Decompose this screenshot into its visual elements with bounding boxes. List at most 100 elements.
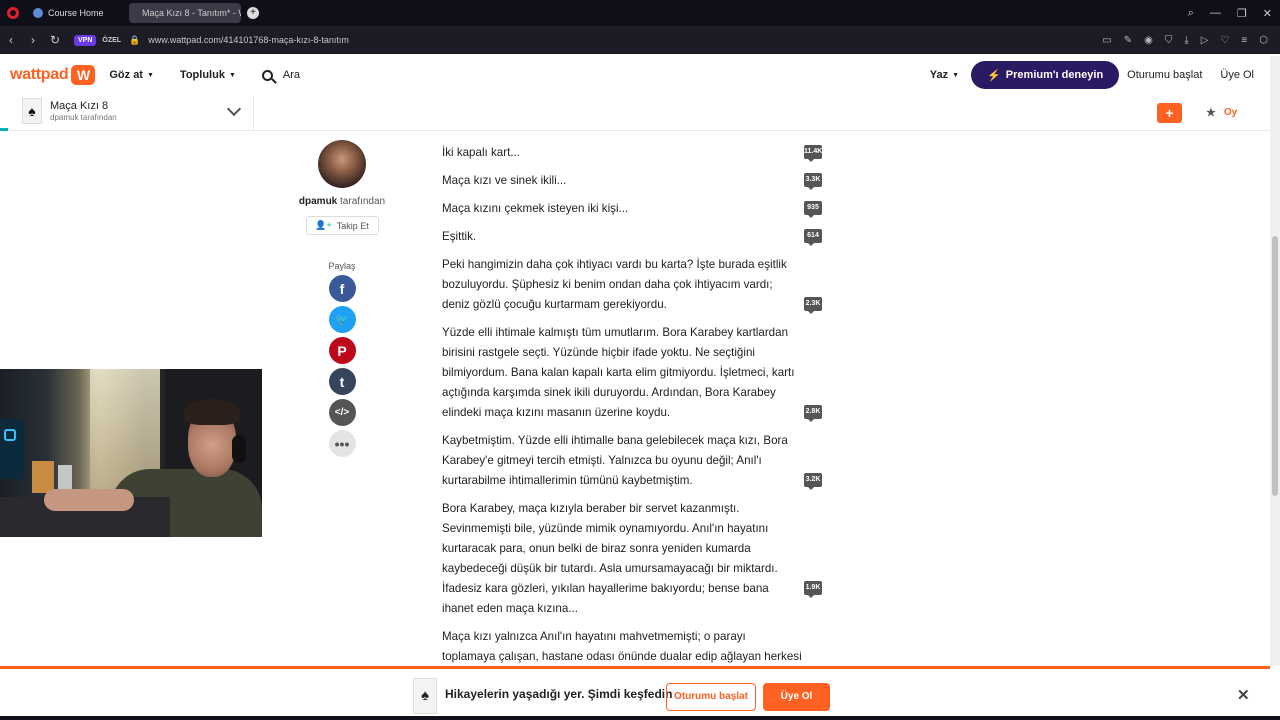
story-cover[interactable]: ♠ xyxy=(22,98,42,124)
chevron-down-icon[interactable] xyxy=(226,101,242,117)
paragraph: İki kapalı kart... 11.4K xyxy=(442,143,822,163)
course-favicon-icon xyxy=(33,8,43,18)
avatar[interactable] xyxy=(318,140,366,188)
write-menu[interactable]: Yaz ▼ xyxy=(930,69,959,81)
paragraph: Peki hangimizin daha çok ihtiyacı vardı … xyxy=(442,255,822,315)
search-tabs-icon[interactable]: ⌕ xyxy=(1188,7,1194,20)
address-bar-tools: ▭ ✎ ◉ ⛉ ⤓ ▷ ♡ ≡ ⬡ xyxy=(1102,26,1268,54)
comment-badge[interactable]: 2.8K xyxy=(804,405,822,422)
close-icon[interactable]: ✕ xyxy=(1237,686,1250,704)
page-scrollbar[interactable] xyxy=(1270,56,1280,666)
share-label: Paylaş xyxy=(328,261,356,271)
paragraph: Eşittik. 614 xyxy=(442,227,822,247)
browser-tab-bar: Course Home Maça Kızı 8 - Tanıtım* - W +… xyxy=(0,0,1280,26)
logo-text: wattpad xyxy=(10,66,69,83)
search-input[interactable]: Ara xyxy=(261,69,300,81)
star-icon: ★ xyxy=(1206,107,1216,119)
new-tab-button[interactable]: + xyxy=(247,7,259,19)
embed-icon[interactable]: </> xyxy=(328,399,356,426)
paragraph-text: Kaybetmiştim. Yüzde elli ihtimalle bana … xyxy=(442,434,788,487)
divider xyxy=(253,96,254,131)
webcam-person-arm xyxy=(44,489,134,511)
play-icon[interactable]: ▷ xyxy=(1201,35,1209,46)
more-icon[interactable]: ••• xyxy=(328,430,356,457)
author-suffix: tarafından xyxy=(340,196,386,207)
caret-down-icon: ▼ xyxy=(952,71,960,79)
webcam-desk-item xyxy=(58,465,72,491)
heart-icon[interactable]: ♡ xyxy=(1220,35,1229,46)
reload-icon[interactable]: ↻ xyxy=(44,33,66,47)
signup-link[interactable]: Üye Ol xyxy=(1220,69,1254,81)
community-label: Topluluk xyxy=(179,69,225,81)
pinterest-icon[interactable]: P xyxy=(328,337,356,364)
add-to-list-button[interactable]: + xyxy=(1157,103,1182,123)
comment-badge[interactable]: 1.9K xyxy=(804,581,822,598)
comment-badge[interactable]: 935 xyxy=(804,201,822,218)
follow-button[interactable]: 👤+ Takip Et xyxy=(305,216,379,235)
premium-button[interactable]: ⚡ Premium'ı deneyin xyxy=(971,61,1120,89)
webcam-led xyxy=(4,429,16,441)
reader-icon[interactable]: ▭ xyxy=(1102,35,1111,46)
back-icon[interactable]: ‹ xyxy=(0,33,22,47)
vote-button[interactable]: ★ Oy xyxy=(1206,106,1237,119)
private-label: ÖZEL xyxy=(102,36,122,44)
banner-signup-button[interactable]: Üye Ol xyxy=(763,683,830,711)
scrollbar-thumb[interactable] xyxy=(1272,236,1278,496)
facebook-icon[interactable]: f xyxy=(328,275,356,302)
download-icon[interactable]: ⤓ xyxy=(1184,35,1188,46)
paragraph-text: Bora Karabey, maça kızıyla beraber bir s… xyxy=(442,502,778,615)
follow-label: Takip Et xyxy=(336,220,369,231)
extension-icon[interactable]: ⬡ xyxy=(1259,35,1268,46)
author-byline: dpamuk tarafından xyxy=(290,196,394,207)
story-content: İki kapalı kart... 11.4K Maça kızı ve sin… xyxy=(442,143,822,695)
write-label: Yaz xyxy=(929,69,949,81)
edit-icon[interactable]: ✎ xyxy=(1124,35,1132,46)
paragraph-text: İki kapalı kart... xyxy=(442,146,520,159)
tab-course-home[interactable]: Course Home xyxy=(25,3,125,23)
banner-text: Hikayelerin yaşadığı yer. Şimdi keşfedin xyxy=(445,687,673,701)
forward-icon[interactable]: › xyxy=(22,33,44,47)
paragraph-text: Yüzde elli ihtimale kalmıştı tüm umutlar… xyxy=(442,326,795,419)
comment-badge[interactable]: 3.2K xyxy=(804,473,822,490)
comment-badge[interactable]: 614 xyxy=(804,229,822,246)
wattpad-logo[interactable]: wattpad W xyxy=(10,65,96,85)
maximize-icon[interactable]: ❐ xyxy=(1237,7,1247,20)
twitter-icon[interactable]: 🐦 xyxy=(328,306,356,333)
menu-icon[interactable]: ≡ xyxy=(1241,35,1247,46)
webcam-desk-item xyxy=(32,461,54,493)
story-title[interactable]: Maça Kızı 8 xyxy=(50,100,108,112)
browse-menu[interactable]: Göz at ▼ xyxy=(109,69,154,81)
site-header: wattpad W Göz at ▼ Topluluk ▼ Ara Yaz ▼ ⚡ P… xyxy=(0,56,1270,94)
camera-icon[interactable]: ◉ xyxy=(1144,35,1153,46)
webcam-monitor xyxy=(0,419,24,479)
tab-wattpad[interactable]: Maça Kızı 8 - Tanıtım* - W xyxy=(129,3,241,23)
lock-icon[interactable]: 🔒 xyxy=(129,35,140,46)
comment-badge[interactable]: 3.3K xyxy=(804,173,822,190)
search-icon xyxy=(261,69,273,81)
banner-cover: ♠ xyxy=(413,678,437,714)
caret-down-icon: ▼ xyxy=(146,71,154,79)
paragraph: Yüzde elli ihtimale kalmıştı tüm umutlar… xyxy=(442,323,822,423)
reading-progress xyxy=(0,128,8,131)
tab-label: Course Home xyxy=(48,8,104,18)
search-placeholder: Ara xyxy=(282,69,300,81)
shield-icon[interactable]: ⛉ xyxy=(1165,35,1173,46)
community-menu[interactable]: Topluluk ▼ xyxy=(180,69,236,81)
vpn-badge[interactable]: VPN xyxy=(74,34,97,46)
comment-badge[interactable]: 11.4K xyxy=(804,145,822,162)
banner-login-button[interactable]: Oturumu başlat xyxy=(666,683,756,711)
taskbar-edge xyxy=(0,716,1280,720)
paragraph-text: Eşittik. xyxy=(442,230,477,243)
url-field[interactable]: www.wattpad.com/414101768-maça-kızı-8-ta… xyxy=(148,35,349,45)
author-username[interactable]: dpamuk xyxy=(299,196,337,207)
address-bar: ‹ › ↻ VPN ÖZEL 🔒 www.wattpad.com/4141017… xyxy=(0,26,1280,54)
paragraph: Maça kızı ve sinek ikili... 3.3K xyxy=(442,171,822,191)
tumblr-icon[interactable]: t xyxy=(328,368,356,395)
login-link[interactable]: Oturumu başlat xyxy=(1127,69,1202,81)
opera-logo-icon[interactable] xyxy=(7,7,19,19)
premium-label: Premium'ı deneyin xyxy=(1005,69,1104,81)
paragraph-text: Maça kızını çekmek isteyen iki kişi... xyxy=(442,202,629,215)
close-window-icon[interactable]: ✕ xyxy=(1263,7,1272,20)
minimize-icon[interactable]: — xyxy=(1210,7,1221,19)
comment-badge[interactable]: 2.3K xyxy=(804,297,822,314)
